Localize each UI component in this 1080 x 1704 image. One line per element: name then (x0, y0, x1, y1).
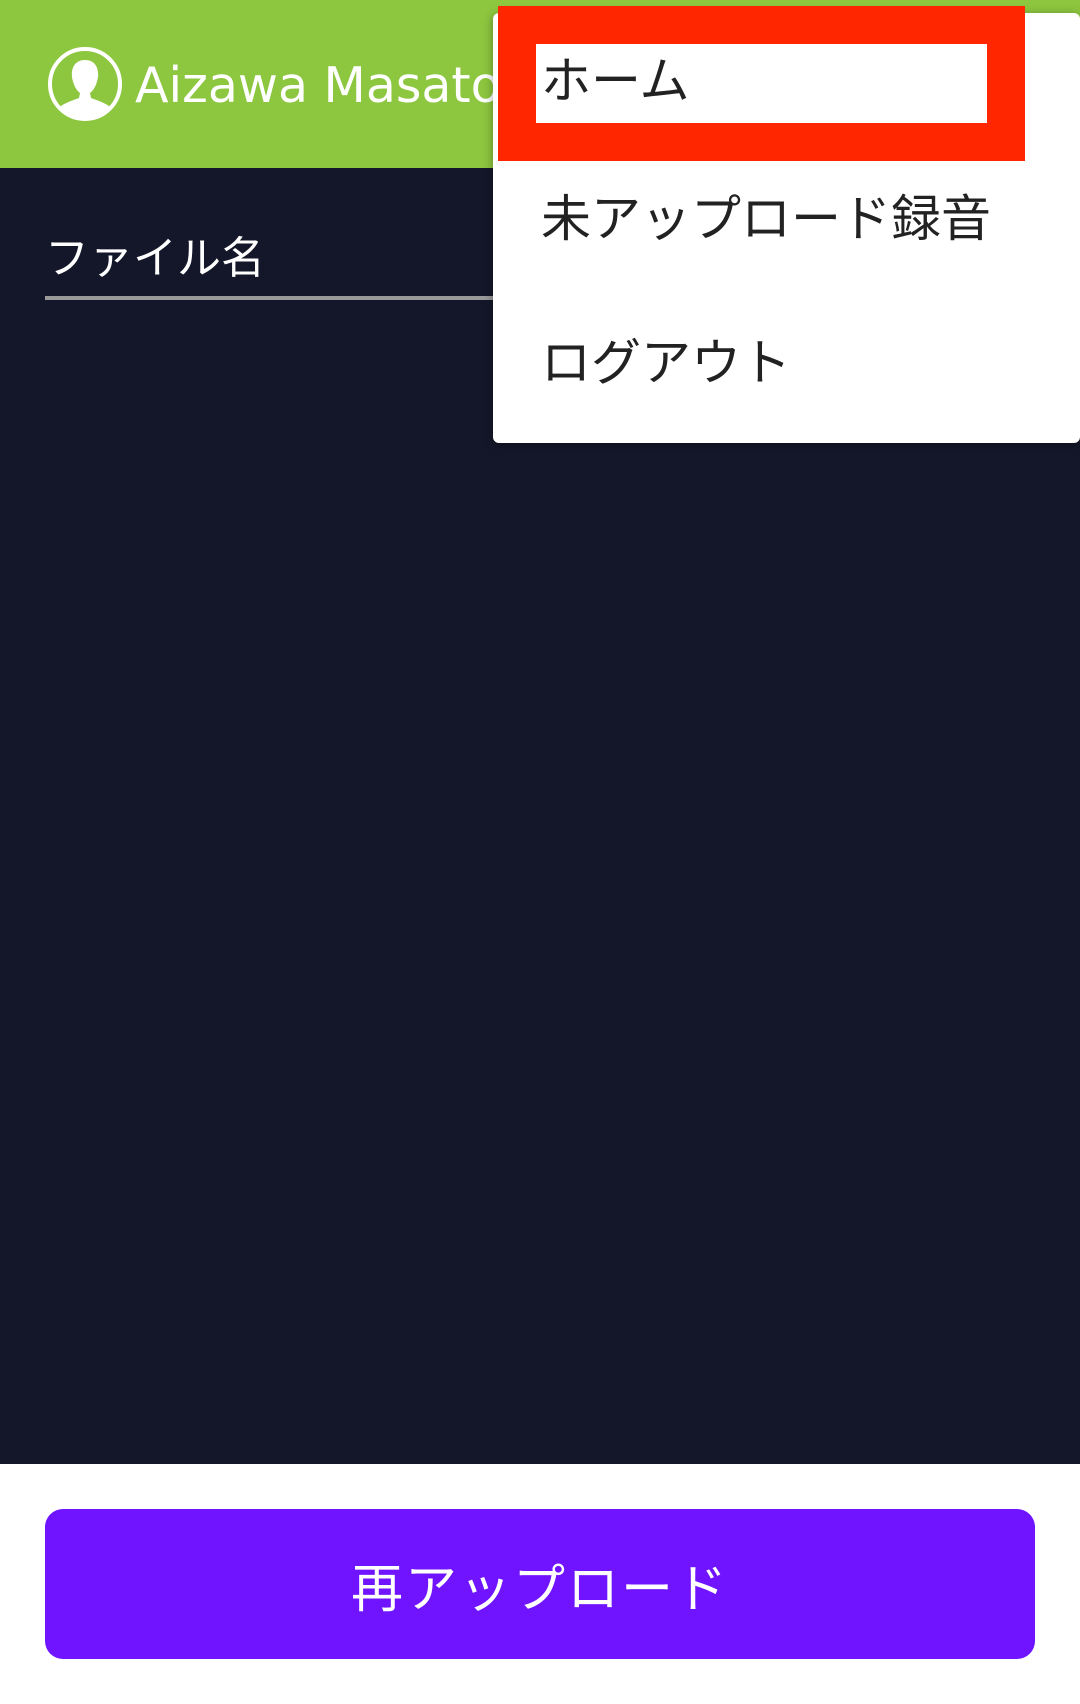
menu-item-logout[interactable]: ログアウト (493, 307, 1080, 447)
menu-item-unuploaded-recordings-label: 未アップロード録音 (541, 190, 991, 248)
footer: 再アップロード (0, 1464, 1080, 1704)
user-name: Aizawa Masato (135, 57, 501, 114)
menu-item-logout-label: ログアウト (541, 334, 791, 392)
menu-item-home-label: ホーム (541, 52, 690, 110)
reupload-button[interactable]: 再アップロード (45, 1509, 1035, 1659)
menu-item-home[interactable]: ホーム (493, 13, 1080, 153)
user-avatar-icon[interactable] (47, 46, 123, 122)
menu-item-unuploaded-recordings[interactable]: 未アップロード録音 (493, 163, 1080, 303)
file-name-column-header: ファイル名 (45, 233, 265, 284)
dropdown-menu: ホーム 未アップロード録音 ログアウト (493, 13, 1080, 443)
